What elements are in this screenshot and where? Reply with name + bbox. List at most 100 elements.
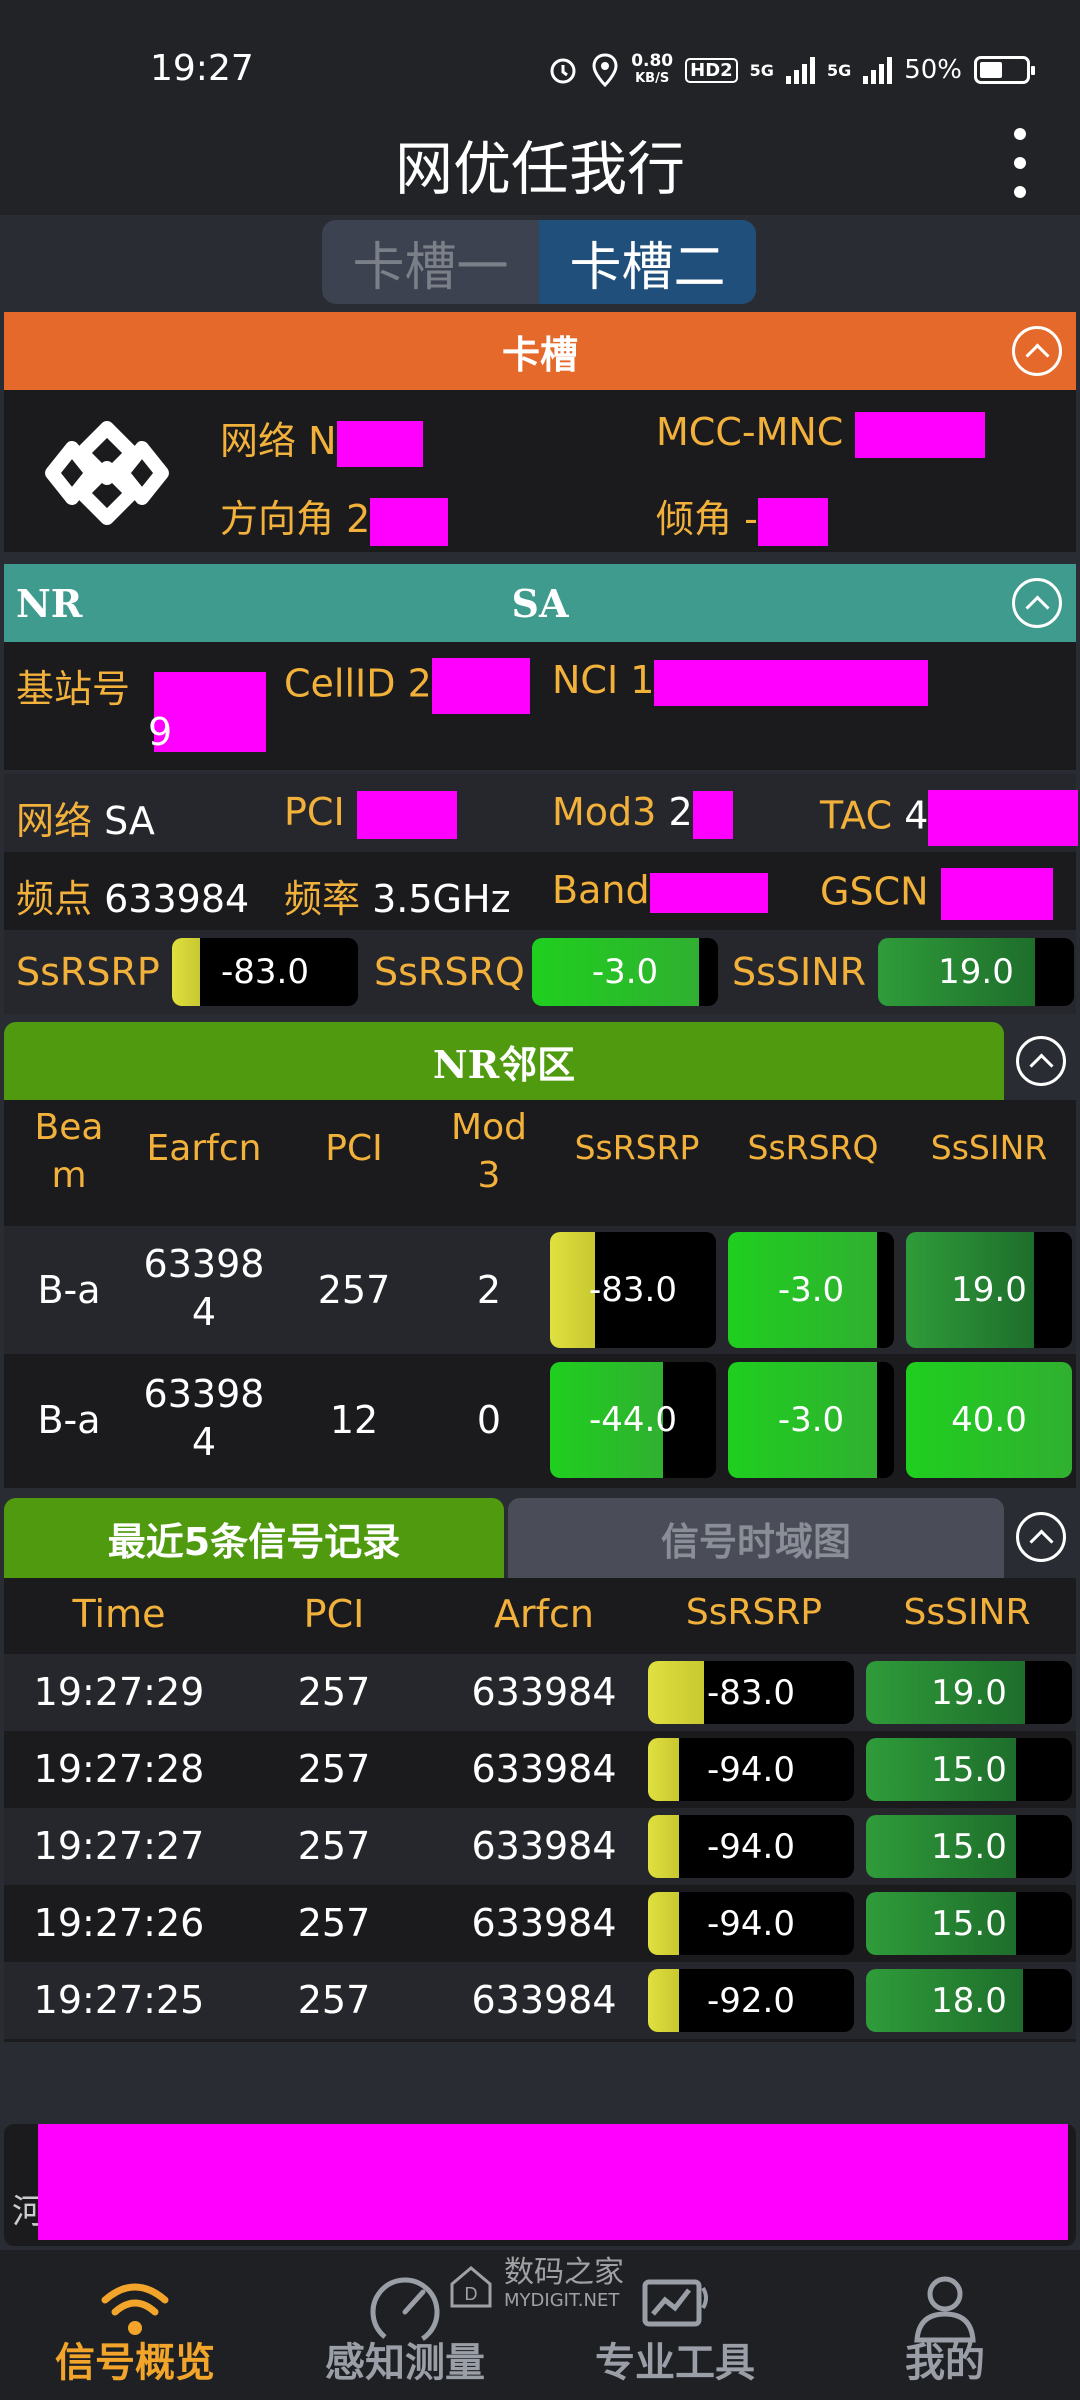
col-beam: Bea m — [34, 1107, 104, 1196]
nr-row-signal: SsRSRP -83.0 SsRSRQ -3.0 SsSINR 19.0 — [4, 930, 1076, 1014]
collapse-icon[interactable] — [1012, 326, 1062, 376]
neighbor-section-header[interactable]: NR邻区 — [4, 1022, 1004, 1100]
nr-ids: 基站号 9 CellID 2 NCI 1 — [4, 642, 1076, 770]
collapse-icon[interactable] — [1012, 578, 1062, 628]
records-section: 最近5条信号记录 信号时域图 Time PCI Arfcn SsRSRP SsS… — [4, 1498, 1076, 2042]
pci-cell: 257 — [297, 1747, 371, 1791]
card-info: 网络 N MCC-MNC 方向角 2 倾角 - — [4, 390, 1076, 552]
arfcn-cell: 633984 — [471, 1901, 617, 1945]
rsrp-bar: -83.0 — [172, 938, 358, 1006]
rsrp-bar: -83.0 — [648, 1661, 854, 1724]
svg-text:D: D — [465, 2284, 478, 2304]
watermark-logo-icon: D — [450, 2266, 492, 2308]
location-mask — [38, 2124, 1068, 2240]
card-section-title: 卡槽 — [501, 331, 578, 377]
pci-cell: 257 — [297, 1670, 371, 1714]
base-station-value: 9 — [148, 710, 173, 754]
status-time: 19:27 — [150, 48, 254, 89]
col-sinr: SsSINR — [930, 1128, 1048, 1167]
table-row: 19:27:29 257 633984 -83.0 19.0 — [4, 1654, 1076, 1731]
table-row: B-a 63398 4 257 2 -83.0 -3.0 19.0 — [4, 1226, 1076, 1354]
rsrq-label: SsRSRQ — [374, 950, 525, 994]
time-cell: 19:27:28 — [33, 1747, 205, 1791]
collapse-icon[interactable] — [1016, 1512, 1066, 1562]
rsrp-bar: -94.0 — [648, 1815, 854, 1878]
tab-recent-records[interactable]: 最近5条信号记录 — [4, 1498, 504, 1578]
tab-slot-2[interactable]: 卡槽二 — [539, 220, 756, 304]
records-table: Time PCI Arfcn SsRSRP SsSINR 19:27:29 257… — [4, 1578, 1076, 2042]
cellid-row: CellID 2 — [284, 658, 530, 714]
sinr-bar: 15.0 — [866, 1892, 1072, 1955]
app-bar: 网优任我行 — [0, 110, 1080, 215]
sinr-bar: 19.0 — [906, 1232, 1072, 1348]
card-section: 卡槽 网络 N MCC-MNC 方向角 2 倾角 - — [4, 312, 1076, 552]
more-menu-icon[interactable] — [1005, 128, 1035, 198]
arfcn-cell: 633984 — [471, 1747, 617, 1791]
arfcn-cell: 633984 — [471, 1824, 617, 1868]
col-rsrq: SsRSRQ — [747, 1128, 879, 1167]
sinr-bar: 19.0 — [866, 1661, 1072, 1724]
table-row: B-a 63398 4 12 0 -44.0 -3.0 40.0 — [4, 1356, 1076, 1484]
mcc-mnc-row: MCC-MNC — [656, 410, 986, 458]
sinr-bar: 15.0 — [866, 1815, 1072, 1878]
nr-row-frequency: 频点 633984 频率 3.5GHz Band GSCN — [4, 852, 1076, 930]
location-bar: 河 — [4, 2124, 1076, 2246]
sinr-label: SsSINR — [732, 950, 867, 994]
tilt-row: 倾角 - — [656, 488, 828, 546]
card-section-header[interactable]: 卡槽 — [4, 312, 1076, 390]
network-type-2: 5G — [826, 60, 852, 80]
network-type-1: 5G — [749, 60, 774, 80]
battery-icon — [974, 56, 1035, 84]
table-row: 19:27:25 257 633984 -92.0 18.0 — [4, 1962, 1076, 2039]
sinr-bar: 15.0 — [866, 1738, 1072, 1801]
rsrp-bar: -44.0 — [550, 1362, 716, 1478]
azimuth-row: 方向角 2 — [220, 488, 449, 546]
sim-slot-tabs: 卡槽一 卡槽二 — [322, 220, 756, 304]
nr-section-header[interactable]: NR SA — [4, 564, 1076, 642]
pci-cell: 257 — [297, 1978, 371, 2022]
alarm-icon — [550, 58, 576, 84]
signal-icon-2 — [863, 56, 893, 84]
nci-row: NCI 1 — [552, 658, 929, 706]
signal-icon — [785, 56, 815, 84]
time-cell: 19:27:25 — [33, 1978, 205, 2022]
col-rsrp: SsRSRP — [685, 1592, 823, 1633]
status-icons: 0.80 KB/S HD2 5G 5G 50% — [547, 50, 1035, 90]
neighbor-title: NR邻区 — [432, 1041, 576, 1087]
tab-slot-1[interactable]: 卡槽一 — [322, 220, 539, 304]
col-time: Time — [72, 1592, 166, 1636]
col-sinr: SsSINR — [903, 1592, 1031, 1633]
neighbor-table: Bea m Earfcn PCI Mod 3 SsRSRP SsRSRQ SsS… — [4, 1100, 1076, 1488]
base-station-row: 基站号 — [16, 667, 131, 711]
table-row: 19:27:26 257 633984 -94.0 15.0 — [4, 1885, 1076, 1962]
location-icon — [592, 53, 618, 87]
col-pci: PCI — [325, 1128, 383, 1169]
col-mod3: Mod 3 — [451, 1107, 527, 1196]
col-earfcn: Earfcn — [146, 1128, 262, 1169]
sa-title: SA — [511, 580, 569, 626]
watermark: D 数码之家 MYDIGIT.NET — [446, 2252, 624, 2322]
table-row: 19:27:28 257 633984 -94.0 15.0 — [4, 1731, 1076, 1808]
rsrp-label: SsRSRP — [16, 950, 160, 994]
nr-title: NR — [16, 580, 83, 626]
col-pci: PCI — [303, 1592, 365, 1636]
table-row: 19:27:27 257 633984 -94.0 15.0 — [4, 1808, 1076, 1885]
sinr-bar: 40.0 — [906, 1362, 1072, 1478]
battery-percent: 50% — [904, 55, 962, 85]
col-rsrp: SsRSRP — [574, 1128, 700, 1167]
nav-profile[interactable]: 我的 — [810, 2260, 1080, 2400]
watermark-sub: MYDIGIT.NET — [504, 2290, 620, 2311]
collapse-icon[interactable] — [1016, 1036, 1066, 1086]
network-row: 网络 N — [220, 410, 423, 467]
tab-signal-chart[interactable]: 信号时域图 — [508, 1498, 1004, 1578]
china-unicom-logo — [45, 421, 169, 525]
rsrp-bar: -94.0 — [648, 1892, 854, 1955]
sinr-bar: 18.0 — [866, 1969, 1072, 2032]
app-title: 网优任我行 — [394, 135, 685, 203]
watermark-text: 数码之家 — [504, 2255, 624, 2290]
rsrp-bar: -94.0 — [648, 1738, 854, 1801]
neighbor-section: NR邻区 Bea m Earfcn PCI Mod 3 SsRSRP SsRSR… — [4, 1022, 1076, 1488]
nav-signal-overview[interactable]: 信号概览 — [0, 2260, 270, 2400]
arfcn-cell: 633984 — [471, 1978, 617, 2022]
rsrq-bar: -3.0 — [728, 1362, 894, 1478]
